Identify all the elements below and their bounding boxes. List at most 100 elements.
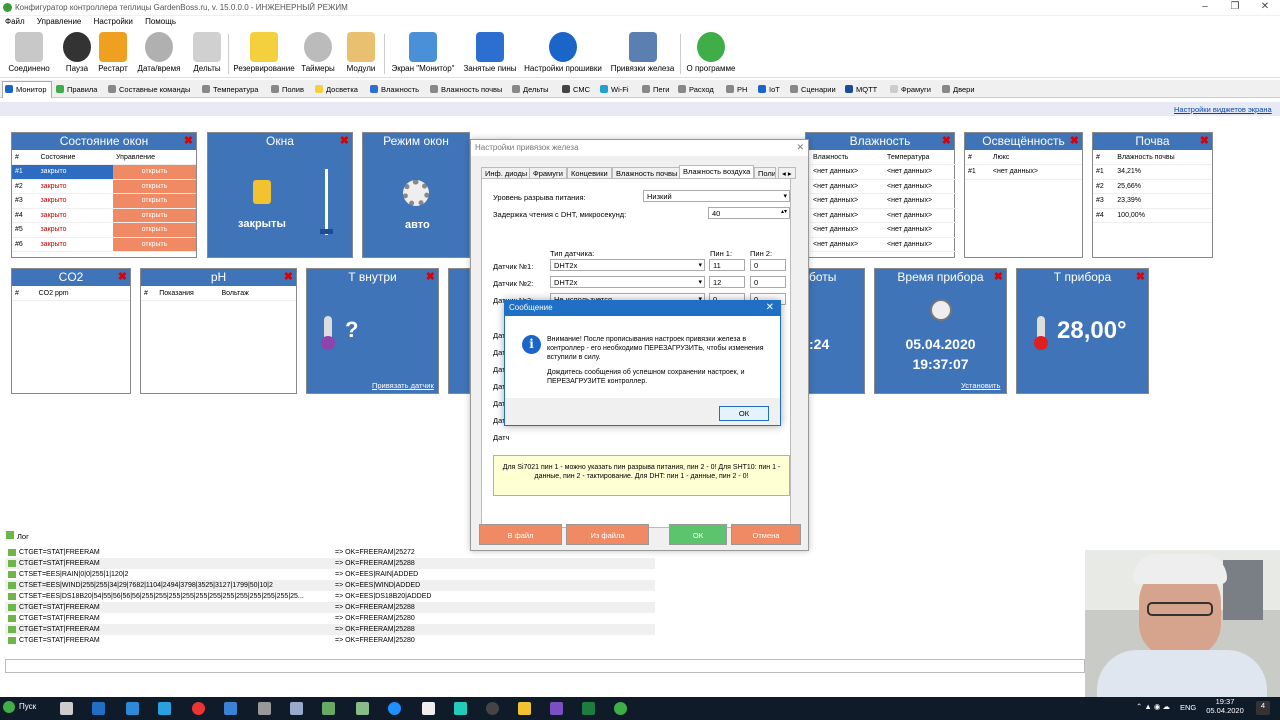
close-icon[interactable]: ✕	[766, 302, 774, 313]
set-time-link[interactable]: Установить	[961, 381, 1000, 390]
close-icon[interactable]: ✕	[1250, 1, 1280, 15]
close-icon[interactable]: ✖	[184, 133, 193, 150]
window-slider[interactable]	[325, 169, 328, 235]
menu-help[interactable]: Помощь	[140, 16, 181, 27]
command-input[interactable]	[5, 659, 1085, 673]
close-icon[interactable]: ✖	[340, 133, 349, 150]
toolbar-about-button[interactable]: О программе	[684, 32, 738, 73]
tab-pegs[interactable]: Пеги	[640, 82, 674, 97]
task-view-icon[interactable]	[60, 702, 73, 715]
tab-monitor[interactable]: Монитор	[2, 81, 52, 98]
toolbar-timers-button[interactable]: Таймеры	[299, 32, 337, 73]
excel-icon[interactable]	[582, 702, 595, 715]
tab-iot[interactable]: IoT	[756, 82, 784, 97]
tab-light[interactable]: Досветка	[313, 82, 362, 97]
dialog-tab-air-humidity[interactable]: Влажность воздуха	[679, 165, 755, 179]
open-button[interactable]: открыть	[113, 179, 196, 194]
widget-settings-link[interactable]: Настройки виджетов экрана	[1174, 105, 1272, 114]
clock[interactable]: 19:37 05.04.2020	[1200, 697, 1250, 715]
table-row[interactable]: #4 закрыто открыть	[12, 208, 196, 223]
tab-humidity[interactable]: Влажность	[368, 82, 423, 97]
table-row[interactable]: #1 закрыто открыть	[12, 164, 196, 180]
toolbar-modules-button[interactable]: Модули	[344, 32, 378, 73]
ok-button[interactable]: ОК	[669, 524, 727, 545]
ie-icon[interactable]	[158, 702, 171, 715]
notepad-icon[interactable]	[422, 702, 435, 715]
tab-transoms[interactable]: Фрамуги	[888, 82, 935, 97]
open-button[interactable]: открыть	[113, 208, 196, 223]
tab-soil[interactable]: Влажность почвы	[428, 82, 506, 97]
mail-icon[interactable]	[224, 702, 237, 715]
tab-scenarios[interactable]: Сценарии	[788, 82, 840, 97]
tab-composite[interactable]: Составные команды	[106, 82, 194, 97]
close-icon[interactable]: ✖	[1200, 133, 1209, 150]
close-icon[interactable]: ✕	[796, 142, 804, 153]
tab-deltas[interactable]: Дельты	[510, 82, 553, 97]
open-button[interactable]: открыть	[113, 193, 196, 209]
app-icon[interactable]	[322, 702, 335, 715]
log-tab[interactable]: Лог	[6, 531, 29, 541]
slider-thumb[interactable]	[320, 229, 333, 234]
toolbar-pause-button[interactable]: Пауза	[60, 32, 94, 73]
toolbar-deltas-button[interactable]: Дельты	[190, 32, 224, 73]
toolbar-datetime-button[interactable]: Дата/время	[136, 32, 182, 73]
toolbar-pins-button[interactable]: Занятые пины	[462, 32, 518, 73]
dht-delay-input[interactable]: 40 ▴▾	[708, 207, 790, 219]
maximize-icon[interactable]: ❐	[1220, 1, 1250, 15]
cancel-button[interactable]: Отмена	[731, 524, 801, 545]
pin2-input[interactable]: 0	[750, 259, 786, 271]
toolbar-hardware-button[interactable]: Привязки железа	[609, 32, 676, 73]
visual-studio-icon[interactable]	[550, 702, 563, 715]
yandex-icon[interactable]	[192, 702, 205, 715]
explorer-icon[interactable]	[518, 702, 531, 715]
close-icon[interactable]: ✖	[942, 133, 951, 150]
pin2-input[interactable]: 0	[750, 276, 786, 288]
menu-file[interactable]: Файл	[0, 16, 30, 27]
store-icon[interactable]	[92, 702, 105, 715]
close-icon[interactable]: ✖	[994, 269, 1003, 286]
app-icon[interactable]	[356, 702, 369, 715]
table-row[interactable]: #5 закрыто открыть	[12, 222, 196, 238]
onedrive-icon[interactable]	[388, 702, 401, 715]
table-row[interactable]: #2 закрыто открыть	[12, 179, 196, 194]
tab-flow[interactable]: Расход	[676, 82, 718, 97]
tab-ph[interactable]: PH	[724, 82, 751, 97]
sensor-type-select[interactable]: DHT2x ▾	[550, 259, 705, 271]
toolbar-reserve-button[interactable]: Резервирование	[232, 32, 296, 73]
toolbar-connected-button[interactable]: Соединено	[6, 32, 52, 73]
app-icon[interactable]	[454, 702, 467, 715]
open-button[interactable]: открыть	[113, 237, 196, 252]
close-icon[interactable]: ✖	[118, 269, 127, 286]
tab-sms[interactable]: СМС	[560, 82, 594, 97]
tab-wifi[interactable]: Wi-Fi	[598, 82, 633, 97]
edge-icon[interactable]	[126, 702, 139, 715]
language-indicator[interactable]: ENG	[1180, 703, 1196, 712]
pin1-input[interactable]: 12	[709, 276, 745, 288]
gardenboss-icon[interactable]	[614, 702, 627, 715]
tab-mqtt[interactable]: MQTT	[843, 82, 881, 97]
message-ok-button[interactable]: ОК	[719, 406, 769, 421]
tab-rules[interactable]: Правила	[54, 82, 101, 97]
open-button[interactable]: открыть	[113, 222, 196, 238]
app-icon[interactable]	[290, 702, 303, 715]
menu-control[interactable]: Управление	[32, 16, 86, 27]
toolbar-monitor-button[interactable]: Экран "Монитор"	[389, 32, 457, 73]
tab-doors[interactable]: Двери	[940, 82, 979, 97]
sensor-type-select[interactable]: DHT2x ▾	[550, 276, 705, 288]
load-from-file-button[interactable]: Из файла	[566, 524, 649, 545]
toolbar-restart-button[interactable]: Рестарт	[96, 32, 130, 73]
pin1-input[interactable]: 11	[709, 259, 745, 271]
toolbar-firmware-button[interactable]: Настройки прошивки	[521, 32, 605, 73]
open-button[interactable]: открыть	[113, 164, 196, 180]
calculator-icon[interactable]	[258, 702, 271, 715]
notification-icon[interactable]: 4	[1256, 701, 1270, 715]
close-icon[interactable]: ✖	[426, 269, 435, 286]
tray-icons[interactable]: ⌃ ▲ ◉ ☁	[1136, 702, 1170, 711]
menu-settings[interactable]: Настройки	[89, 16, 138, 27]
bind-sensor-link[interactable]: Привязать датчик	[372, 381, 434, 390]
close-icon[interactable]: ✖	[1070, 133, 1079, 150]
table-row[interactable]: #6 закрыто открыть	[12, 237, 196, 252]
app-icon[interactable]	[486, 702, 499, 715]
tab-watering[interactable]: Полив	[269, 82, 308, 97]
power-level-select[interactable]: Низкий ▾	[643, 190, 790, 202]
